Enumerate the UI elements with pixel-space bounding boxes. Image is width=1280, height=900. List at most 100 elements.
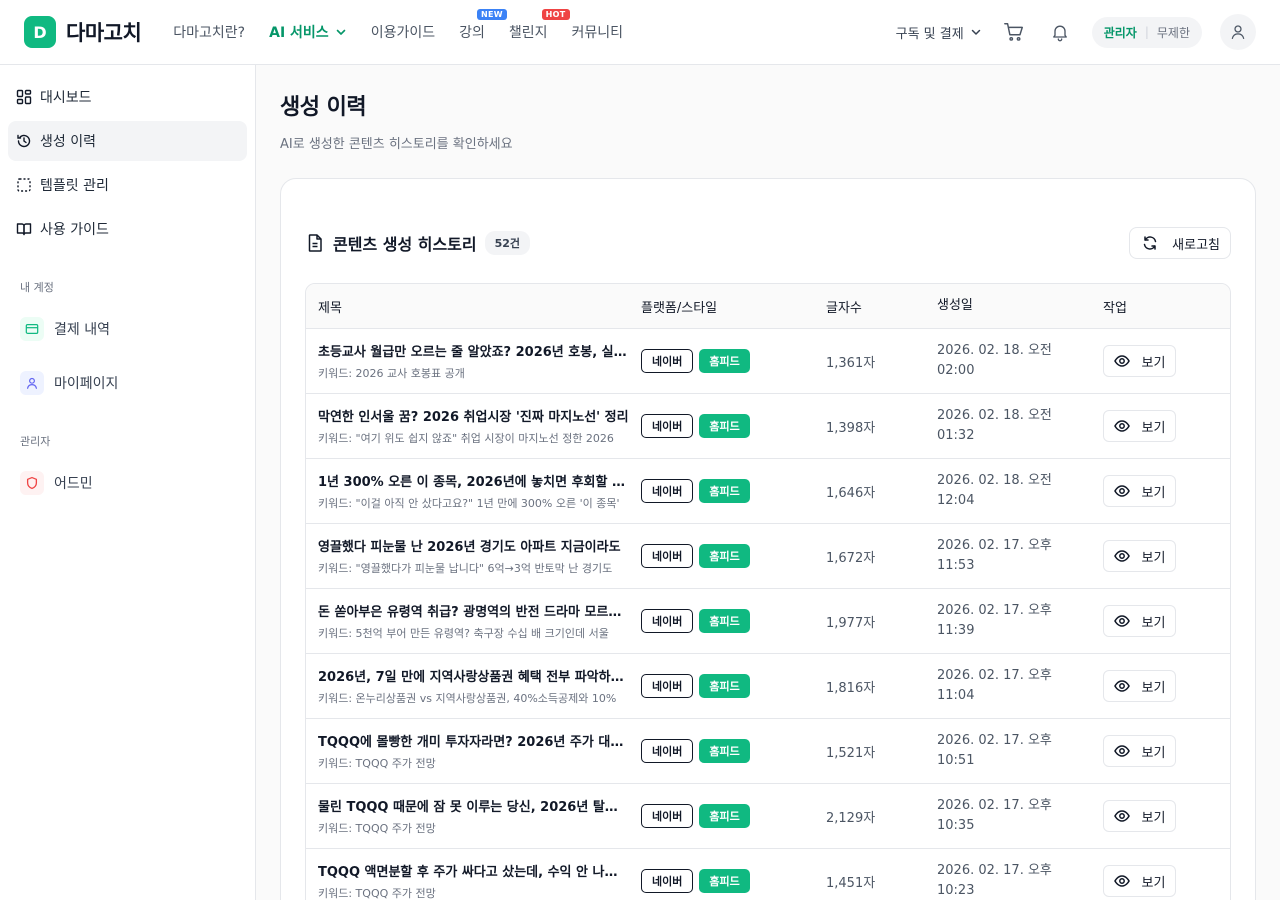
sidebar-item-mypage[interactable]: 마이페이지 [12,363,243,403]
row-title-cell: 1년 300% 오른 이 종목, 2026년에 놓치면 후회할 이유 키워드: … [306,471,641,511]
page-title: 생성 이력 [280,95,367,120]
row-title: 물린 TQQQ 때문에 잠 못 이루는 당신, 2026년 탈출 전략 [318,800,629,815]
table-row[interactable]: 1년 300% 오른 이 종목, 2026년에 놓치면 후회할 이유 키워드: … [306,459,1230,524]
nav-challenge[interactable]: 챌린지 HOT [509,9,570,42]
row-date-time: 11:53 [937,558,975,573]
nav-ai-service[interactable]: AI 서비스 [269,22,347,42]
style-tag: 홈피드 [699,609,750,633]
user-avatar[interactable] [1220,14,1256,50]
row-length: 1,816자 [826,680,876,696]
row-length: 1,977자 [826,615,876,631]
sidebar-item-templates[interactable]: 템플릿 관리 [8,165,247,205]
subscribe-menu[interactable]: 구독 및 결제 [896,23,982,42]
sidebar-item-payments[interactable]: 결제 내역 [12,309,243,349]
credit-card-icon [25,324,39,334]
row-platform-cell: 네이버 홈피드 [641,609,826,633]
row-date: 2026. 02. 18. 오전 12:04 [937,471,1103,511]
card-icon-box [20,317,44,341]
table-header: 제목 플랫폼/스타일 글자수 생성일 작업 [306,284,1230,329]
view-button[interactable]: 보기 [1103,540,1176,572]
row-length: 1,361자 [826,355,876,371]
bell-icon [1052,25,1067,42]
table-body: 초등교사 월급만 오르는 줄 알았죠? 2026년 호봉, 실수령액까지 키워드… [306,329,1230,900]
user-icon [27,377,37,389]
view-button[interactable]: 보기 [1103,865,1176,897]
table-row[interactable]: TQQQ에 몰빵한 개미 투자자라면? 2026년 주가 대전망 키워드: TQ… [306,719,1230,784]
eye-icon [1113,420,1130,432]
notification-button[interactable] [1046,18,1074,46]
row-date-time: 11:39 [937,623,975,638]
row-keyword: 키워드: TQQQ 주가 전망 [318,887,436,900]
cart-button[interactable] [1000,18,1028,46]
sidebar-item-history[interactable]: 생성 이력 [8,121,247,161]
sidebar-item-label: 대시보드 [40,90,92,106]
refresh-label: 새로고침 [1172,237,1220,253]
sidebar-item-guide[interactable]: 사용 가이드 [8,209,247,249]
row-title-cell: 영끌했다 피눈물 난 2026년 경기도 아파트 지금이라도 키워드: "영끌했… [306,536,641,576]
table-row[interactable]: 물린 TQQQ 때문에 잠 못 이루는 당신, 2026년 탈출 전략 키워드:… [306,784,1230,849]
row-title: 영끌했다 피눈물 난 2026년 경기도 아파트 지금이라도 [318,540,621,555]
row-keyword: 키워드: TQQQ 주가 전망 [318,822,436,835]
sidebar-item-admin[interactable]: 어드민 [12,463,243,503]
platform-tag: 네이버 [641,544,694,568]
view-button[interactable]: 보기 [1103,605,1176,637]
column-header-length: 글자수 [826,300,862,316]
table-row[interactable]: 초등교사 월급만 오르는 줄 알았죠? 2026년 호봉, 실수령액까지 키워드… [306,329,1230,394]
brand-logo[interactable]: D 다마고치 [24,16,142,48]
nav-lecture[interactable]: 강의 NEW [459,9,507,42]
style-tag: 홈피드 [699,349,750,373]
refresh-button[interactable]: 새로고침 [1129,227,1231,259]
row-action-cell: 보기 [1103,800,1230,832]
platform-tag: 네이버 [641,349,694,373]
row-title: 돈 쏟아부은 유령역 취급? 광명역의 반전 드라마 모르면 손해 [318,605,629,620]
row-action-cell: 보기 [1103,865,1230,897]
view-button[interactable]: 보기 [1103,475,1176,507]
row-platform-cell: 네이버 홈피드 [641,544,826,568]
row-title: 초등교사 월급만 오르는 줄 알았죠? 2026년 호봉, 실수령액까지 [318,345,629,360]
table-row[interactable]: 돈 쏟아부은 유령역 취급? 광명역의 반전 드라마 모르면 손해 키워드: 5… [306,589,1230,654]
row-date-day: 2026. 02. 17. 오후 [937,733,1052,748]
row-title: 막연한 인서울 꿈? 2026 취업시장 '진짜 마지노선' 정리 [318,410,629,425]
nav-community[interactable]: 커뮤니티 [572,22,624,42]
history-card-header: 콘텐츠 생성 히스토리 52건 새로고침 [305,227,1231,259]
view-button[interactable]: 보기 [1103,670,1176,702]
style-tag: 홈피드 [699,739,750,763]
table-row[interactable]: TQQQ 액면분할 후 주가 싸다고 샀는데, 수익 안 나는 이유 키워드: … [306,849,1230,900]
row-action-cell: 보기 [1103,670,1230,702]
plan-label: 무제한 [1156,25,1190,40]
row-date-time: 12:04 [937,493,975,508]
row-date-day: 2026. 02. 17. 오후 [937,668,1052,683]
platform-tag: 네이버 [641,739,694,763]
style-tag: 홈피드 [699,544,750,568]
view-button[interactable]: 보기 [1103,410,1176,442]
table-row[interactable]: 영끌했다 피눈물 난 2026년 경기도 아파트 지금이라도 키워드: "영끌했… [306,524,1230,589]
template-icon [17,178,31,192]
row-date-day: 2026. 02. 17. 오후 [937,603,1052,618]
view-button[interactable]: 보기 [1103,735,1176,767]
sidebar-item-label: 생성 이력 [40,134,96,150]
column-header-action: 작업 [1103,300,1127,316]
top-navigation-bar: D 다마고치 다마고치란? AI 서비스 이용가이드 강의 NEW 챌린지 HO… [0,0,1280,65]
table-row[interactable]: 막연한 인서울 꿈? 2026 취업시장 '진짜 마지노선' 정리 키워드: "… [306,394,1230,459]
row-title: TQQQ 액면분할 후 주가 싸다고 샀는데, 수익 안 나는 이유 [318,865,629,880]
view-button[interactable]: 보기 [1103,800,1176,832]
row-date-time: 01:32 [937,428,975,443]
sidebar-item-label: 템플릿 관리 [40,178,109,194]
table-row[interactable]: 2026년, 7일 만에 지역사랑상품권 혜택 전부 파악하는 법 키워드: 온… [306,654,1230,719]
row-title-cell: TQQQ 액면분할 후 주가 싸다고 샀는데, 수익 안 나는 이유 키워드: … [306,861,641,900]
nav-guide[interactable]: 이용가이드 [371,22,435,42]
view-label: 보기 [1141,485,1166,501]
nav-about[interactable]: 다마고치란? [173,22,245,42]
column-header-date: 생성일 [937,298,973,313]
sidebar-section-admin: 관리자 [20,435,51,448]
eye-icon [1113,550,1130,562]
view-label: 보기 [1141,420,1166,436]
sidebar-item-dashboard[interactable]: 대시보드 [8,77,247,117]
column-header-platform: 플랫폼/스타일 [641,300,718,316]
row-date: 2026. 02. 17. 오후 11:53 [937,536,1103,576]
row-title-cell: TQQQ에 몰빵한 개미 투자자라면? 2026년 주가 대전망 키워드: TQ… [306,731,641,771]
view-button[interactable]: 보기 [1103,345,1176,377]
row-date-time: 02:00 [937,363,975,378]
row-date: 2026. 02. 17. 오후 10:35 [937,796,1103,836]
row-length: 1,451자 [826,875,876,891]
